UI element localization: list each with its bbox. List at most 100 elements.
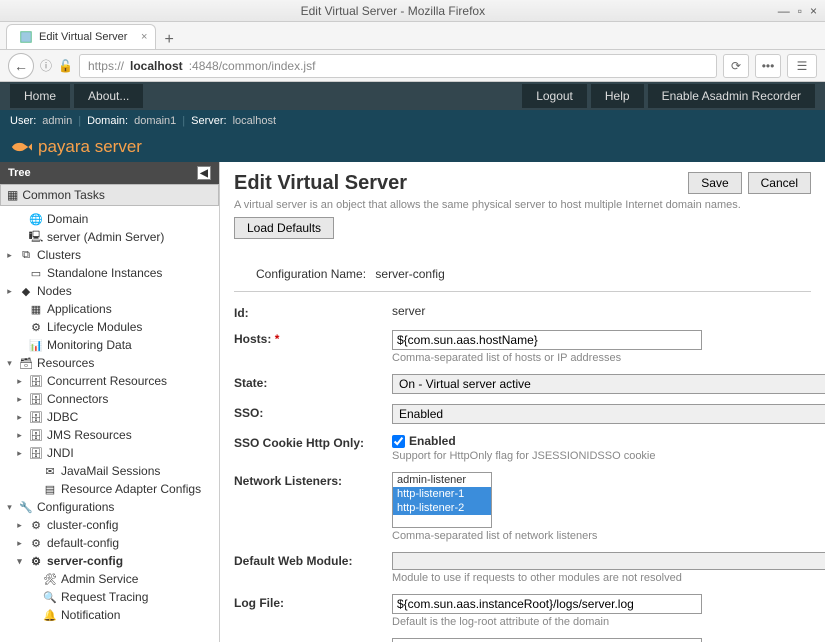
tree-node[interactable]: ▸🗄JDBC	[0, 408, 219, 426]
bell-icon: 🔔	[42, 608, 58, 622]
tree-node[interactable]: 🌐Domain	[0, 210, 219, 228]
hosts-label: Hosts: *	[234, 330, 384, 364]
tree-node-label: Resource Adapter Configs	[61, 482, 201, 496]
expand-icon[interactable]: ▸	[4, 286, 15, 297]
expand-icon[interactable]	[14, 214, 25, 225]
browser-tab[interactable]: Edit Virtual Server ×	[6, 24, 156, 49]
expand-icon[interactable]: ▾	[14, 556, 25, 567]
expand-icon[interactable]: ▸	[4, 250, 15, 261]
load-defaults-button[interactable]: Load Defaults	[234, 217, 334, 239]
expand-icon[interactable]	[28, 466, 39, 477]
tree-node[interactable]: ▾🔧Configurations	[0, 498, 219, 516]
expand-icon[interactable]: ▸	[14, 412, 25, 423]
config-name-label: Configuration Name:	[256, 267, 366, 281]
tree-node[interactable]: ▸⚙default-config	[0, 534, 219, 552]
minimize-icon[interactable]: —	[778, 4, 790, 18]
expand-icon[interactable]	[14, 340, 25, 351]
tree-node-label: Lifecycle Modules	[47, 320, 142, 334]
tree-node-label: Monitoring Data	[47, 338, 132, 352]
logfile-input[interactable]	[392, 594, 702, 614]
tree-node[interactable]: ⚙Lifecycle Modules	[0, 318, 219, 336]
tree-node[interactable]: ▦Applications	[0, 300, 219, 318]
tree-node-label: Configurations	[37, 500, 114, 514]
server-label: Server:	[191, 115, 226, 127]
url-input[interactable]: https://localhost:4848/common/index.jsf	[79, 54, 717, 78]
more-button[interactable]: •••	[755, 54, 781, 78]
close-window-icon[interactable]: ×	[810, 4, 817, 18]
expand-icon[interactable]	[28, 592, 39, 603]
network-listeners-label: Network Listeners:	[234, 472, 384, 542]
gear-icon: ⚙	[28, 554, 44, 568]
insecure-lock-icon[interactable]: 🔓	[58, 59, 73, 73]
user-value: admin	[42, 115, 72, 127]
tree-node[interactable]: ✉JavaMail Sessions	[0, 462, 219, 480]
config-name-row: Configuration Name: server-config	[234, 253, 811, 292]
tree-node[interactable]: ▸🗄JMS Resources	[0, 426, 219, 444]
tree-node[interactable]: ▸◆Nodes	[0, 282, 219, 300]
expand-icon[interactable]: ▸	[14, 430, 25, 441]
back-button[interactable]: ←	[8, 53, 34, 79]
config-name-value: server-config	[375, 267, 444, 281]
list-item[interactable]: http-listener-2	[393, 501, 491, 515]
recorder-button[interactable]: Enable Asadmin Recorder	[648, 84, 815, 108]
sso-httponly-checkbox[interactable]	[392, 435, 405, 448]
tree-node[interactable]: 📊Monitoring Data	[0, 336, 219, 354]
info-icon[interactable]: ⓘ	[40, 57, 52, 74]
expand-icon[interactable]	[28, 574, 39, 585]
expand-icon[interactable]	[14, 232, 25, 243]
tree-node[interactable]: ▸🗄Concurrent Resources	[0, 372, 219, 390]
about-button[interactable]: About...	[74, 84, 143, 108]
help-button[interactable]: Help	[591, 84, 644, 108]
collapse-tree-icon[interactable]: ◀	[197, 166, 211, 180]
tree-node[interactable]: ▤Resource Adapter Configs	[0, 480, 219, 498]
tree-node[interactable]: ▸🗄JNDI	[0, 444, 219, 462]
list-item[interactable]: http-listener-1	[393, 487, 491, 501]
favicon-icon	[19, 30, 33, 44]
tree-node[interactable]: 🔍Request Tracing	[0, 588, 219, 606]
docroot-input[interactable]	[392, 638, 702, 642]
close-tab-icon[interactable]: ×	[141, 31, 147, 43]
list-item[interactable]: admin-listener	[393, 473, 491, 487]
expand-icon[interactable]: ▸	[14, 448, 25, 459]
hamburger-menu-icon[interactable]: ☰	[787, 54, 817, 78]
tree-node[interactable]: ▭Standalone Instances	[0, 264, 219, 282]
network-listeners-list[interactable]: admin-listener http-listener-1 http-list…	[392, 472, 492, 528]
tree-node[interactable]: 🛠Admin Service	[0, 570, 219, 588]
expand-icon[interactable]	[28, 610, 39, 621]
cancel-button[interactable]: Cancel	[748, 172, 811, 194]
tree-node[interactable]: ▾⚙server-config	[0, 552, 219, 570]
expand-icon[interactable]	[28, 484, 39, 495]
reload-button[interactable]: ⟳	[723, 54, 749, 78]
expand-icon[interactable]	[14, 322, 25, 333]
expand-icon[interactable]: ▾	[4, 502, 15, 513]
expand-icon[interactable]	[14, 304, 25, 315]
sidebar: Tree ◀ ▦ Common Tasks 🌐Domain🖳server (Ad…	[0, 162, 220, 642]
tree-node[interactable]: 🔔Notification	[0, 606, 219, 624]
home-button[interactable]: Home	[10, 84, 70, 108]
maximize-icon[interactable]: ▫	[798, 4, 802, 18]
tree-node[interactable]: 🖳server (Admin Server)	[0, 228, 219, 246]
expand-icon[interactable]: ▸	[14, 538, 25, 549]
default-web-module-select[interactable]	[392, 552, 825, 570]
hosts-input[interactable]	[392, 330, 702, 350]
common-tasks-label: Common Tasks	[22, 188, 104, 202]
res-icon: 🗃	[18, 356, 34, 370]
expand-icon[interactable]: ▸	[14, 394, 25, 405]
new-tab-icon[interactable]: +	[164, 31, 173, 49]
tree-node[interactable]: ▾🗃Resources	[0, 354, 219, 372]
gear-icon: ⚙	[28, 536, 44, 550]
state-label: State:	[234, 374, 384, 394]
tree-node[interactable]: ▸🗄Connectors	[0, 390, 219, 408]
state-select[interactable]: On - Virtual server active	[392, 374, 825, 394]
app-icon: ▦	[28, 302, 44, 316]
save-button[interactable]: Save	[688, 172, 741, 194]
logout-button[interactable]: Logout	[522, 84, 587, 108]
expand-icon[interactable]: ▸	[14, 376, 25, 387]
tree-node[interactable]: ▸⧉Clusters	[0, 246, 219, 264]
tree-node[interactable]: ▸⚙cluster-config	[0, 516, 219, 534]
sso-select[interactable]: Enabled	[392, 404, 825, 424]
expand-icon[interactable]: ▾	[4, 358, 15, 369]
expand-icon[interactable]: ▸	[14, 520, 25, 531]
common-tasks[interactable]: ▦ Common Tasks	[0, 184, 219, 206]
expand-icon[interactable]	[14, 268, 25, 279]
